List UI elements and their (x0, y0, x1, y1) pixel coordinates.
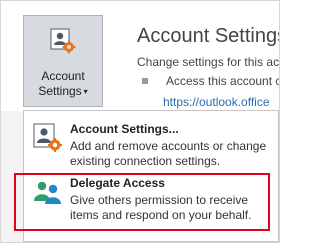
page-title: Account Settings (137, 25, 280, 47)
account-settings-title: Account Settings... (70, 122, 179, 136)
account-information-panel: Account Settings ▾ Account Settings Chang… (1, 1, 279, 111)
account-settings-button[interactable]: Account Settings ▾ (23, 15, 103, 107)
account-settings-dropdown-menu: Account Settings... Add and remove accou… (23, 110, 279, 242)
access-account-text: Access this account c (166, 74, 280, 88)
menu-item-description: Give others permission to receive items … (70, 193, 252, 222)
account-settings-icon (33, 123, 62, 152)
menu-item-title: Delegate Access (70, 176, 165, 190)
account-settings-icon (50, 28, 76, 54)
menu-item-description: Add and remove accounts or change existi… (70, 139, 267, 168)
account-settings-button-label: Account Settings ▾ (24, 69, 102, 99)
account-settings-description: Change settings for this ac (137, 55, 280, 69)
chevron-down-icon: ▾ (83, 87, 88, 96)
bullet-icon (142, 78, 148, 84)
menu-item-account-settings[interactable]: Account Settings... Add and remove accou… (24, 121, 278, 169)
delegate-access-title: Delegate Access (70, 176, 165, 190)
outlook-backstage-frame: Account Settings ▾ Account Settings Chang… (0, 0, 280, 243)
account-settings-label-line2: Settings (38, 84, 82, 98)
menu-item-title: Account Settings... (70, 122, 179, 136)
menu-item-delegate-access[interactable]: Delegate Access Give others permission t… (24, 175, 278, 232)
delegate-users-icon (34, 181, 61, 204)
account-settings-label-line1: Account (41, 69, 85, 83)
outlook-web-link[interactable]: https://outlook.office (163, 95, 270, 109)
